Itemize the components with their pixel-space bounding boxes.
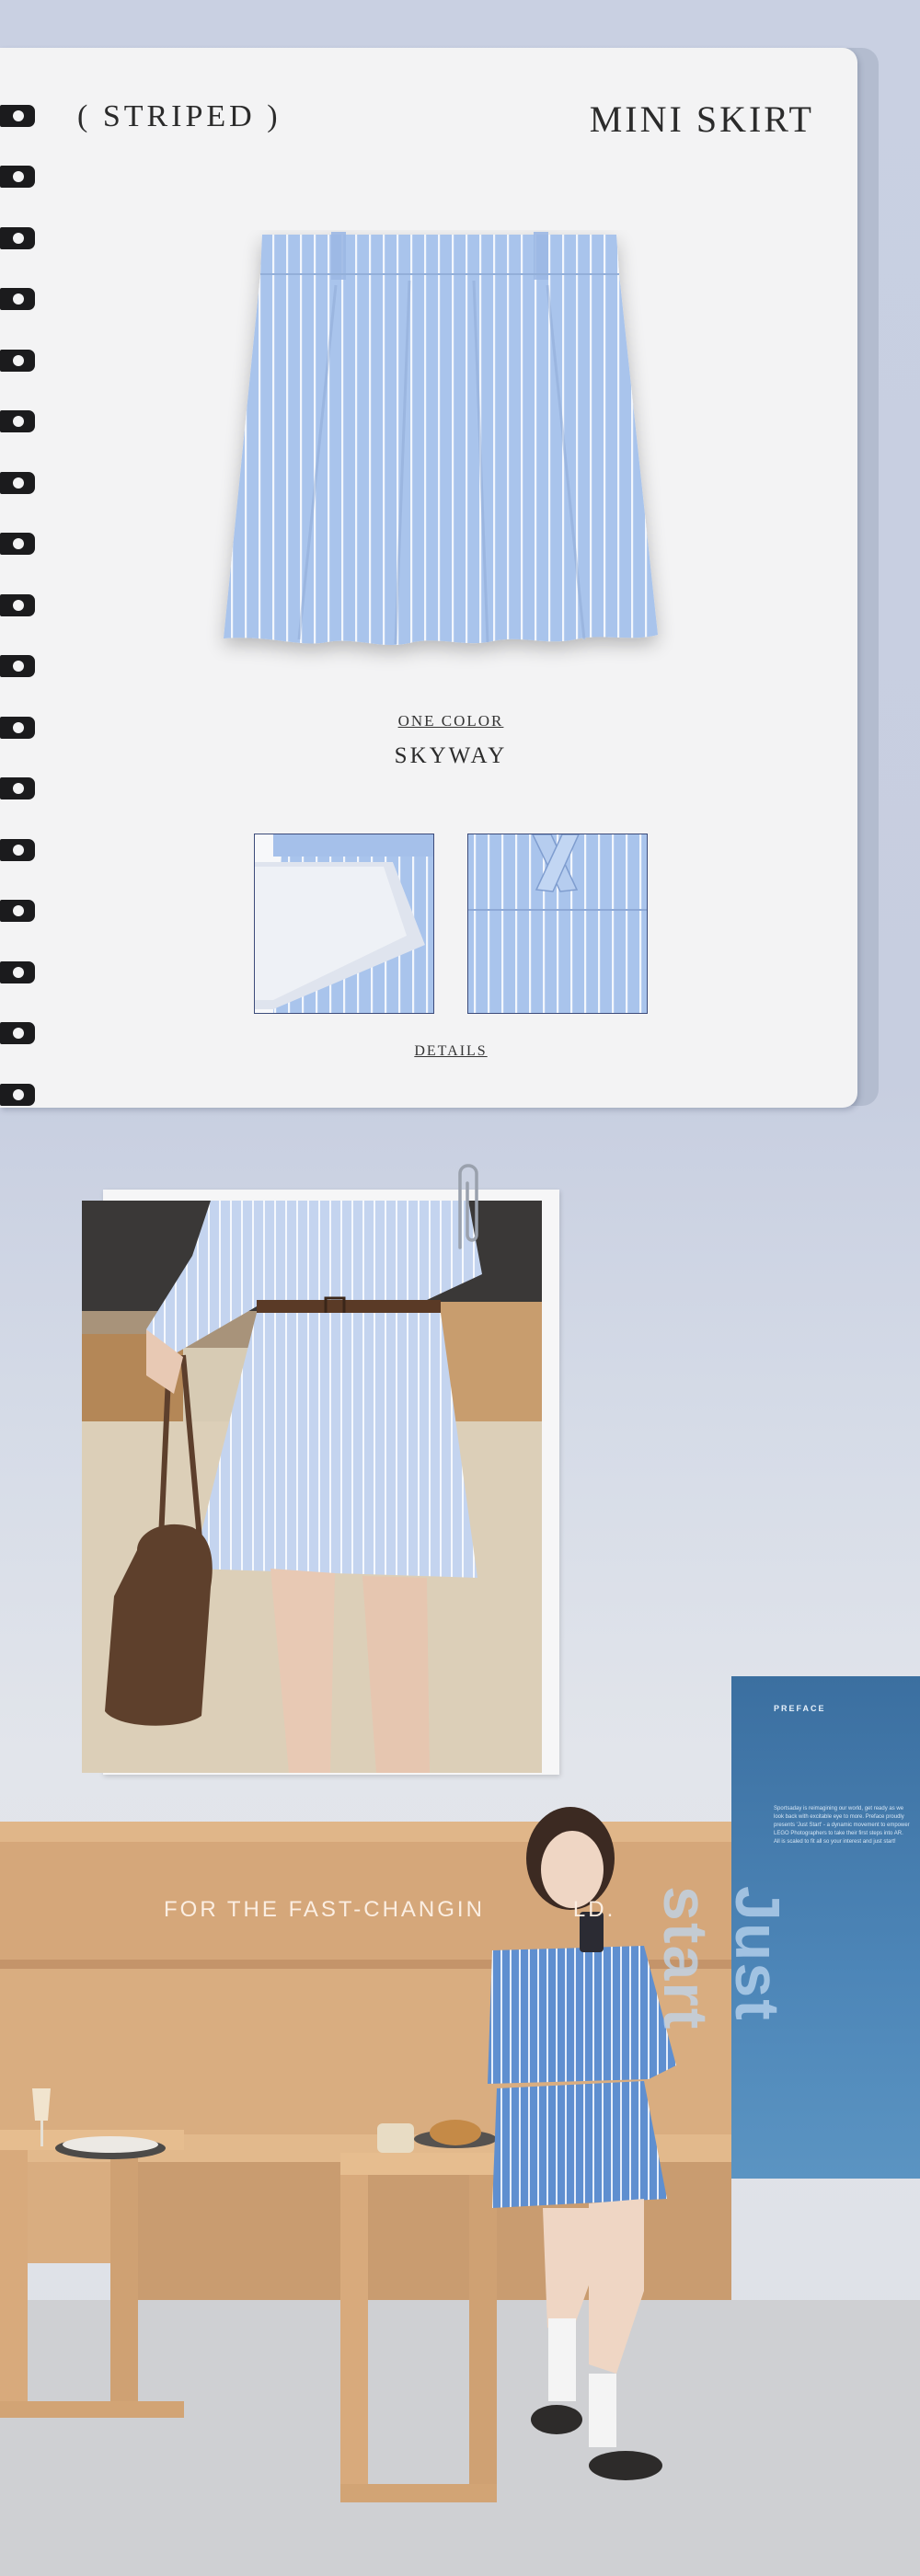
- detail-inner-lining-image: [255, 834, 433, 1013]
- spiral-ring: [0, 410, 35, 432]
- skirt-main-image: [224, 232, 658, 646]
- detail-thumbnail-inner[interactable]: [254, 834, 434, 1014]
- spiral-ring: [0, 166, 35, 188]
- wall-slogan-head: FOR THE FAST-CHANGIN: [164, 1897, 485, 1922]
- paperclip-icon: [458, 1164, 478, 1249]
- banner-title: PREFACE: [774, 1704, 826, 1713]
- product-tag: ( STRIPED ): [77, 99, 282, 133]
- notebook-spiral: [0, 48, 46, 1108]
- spiral-ring: [0, 472, 35, 494]
- spiral-ring: [0, 227, 35, 249]
- spiral-ring: [0, 594, 35, 616]
- spiral-ring: [0, 961, 35, 983]
- detail-belt-loop-image: [468, 834, 647, 1013]
- spiral-ring: [0, 288, 35, 310]
- detail-thumbnail-loop[interactable]: [467, 834, 648, 1014]
- details-link[interactable]: DETAILS: [0, 1043, 902, 1060]
- banner-body: Sportsaday is reimagining our world, get…: [774, 1806, 910, 1845]
- wall-slogan-tail: LD.: [572, 1897, 616, 1922]
- spiral-ring: [0, 777, 35, 799]
- spiral-ring: [0, 900, 35, 922]
- banner-large-text: Just start: [650, 1886, 792, 2031]
- color-label: ONE COLOR: [397, 712, 504, 730]
- wall-slogan: FOR THE FAST-CHANGIN LD.: [164, 1897, 615, 1923]
- spiral-ring: [0, 350, 35, 372]
- color-name: SKYWAY: [394, 743, 508, 768]
- spiral-ring: [0, 655, 35, 677]
- spiral-ring: [0, 105, 35, 127]
- spiral-ring: [0, 1084, 35, 1106]
- spiral-ring: [0, 533, 35, 555]
- product-name: MINI SKIRT: [589, 98, 814, 140]
- spiral-ring: [0, 1022, 35, 1044]
- spiral-ring: [0, 839, 35, 861]
